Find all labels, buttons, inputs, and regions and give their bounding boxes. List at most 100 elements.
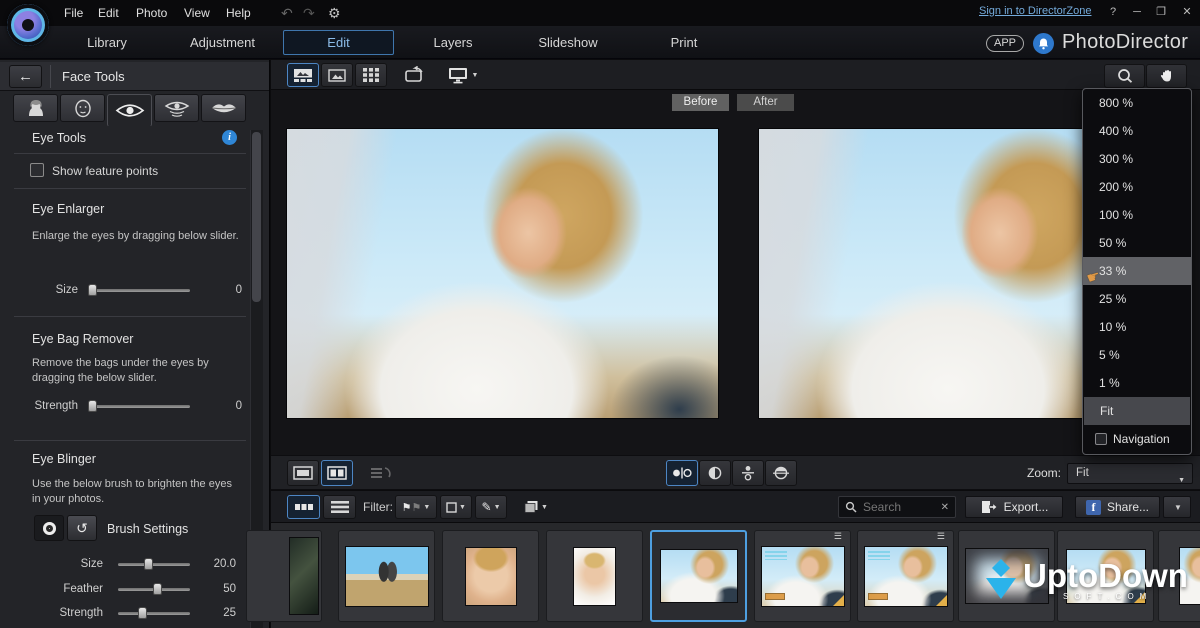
size-slider[interactable]	[90, 289, 190, 292]
compare-split-top-bottom-button[interactable]	[765, 460, 797, 486]
zoom-option-200[interactable]: 200 %	[1083, 173, 1191, 201]
brush-strength-knob[interactable]	[138, 607, 147, 619]
help-button[interactable]: ?	[1102, 0, 1124, 24]
tool-tab-eye-bag-icon[interactable]	[154, 94, 199, 122]
brush-size-slider[interactable]	[118, 563, 190, 566]
thumbnail-photo-portrait[interactable]	[465, 547, 517, 606]
thumbnail-slot[interactable]: ☰	[857, 530, 954, 622]
thumbnail-photo[interactable]	[289, 537, 319, 615]
sync-view-button[interactable]	[364, 460, 396, 486]
zoom-option-1[interactable]: 1 %	[1083, 369, 1191, 397]
thumbnail-photo-edited[interactable]	[864, 546, 948, 607]
minimize-button[interactable]: ─	[1126, 0, 1148, 24]
strength-slider-knob[interactable]	[88, 400, 97, 412]
compare-side-by-side-button[interactable]	[666, 460, 698, 486]
menu-edit[interactable]: Edit	[94, 0, 123, 26]
zoom-level-dropdown[interactable]: Fit ▼	[1067, 463, 1193, 484]
thumbnail-slot[interactable]	[442, 530, 539, 622]
thumbnail-slot[interactable]	[338, 530, 435, 622]
brush-strength-slider[interactable]	[118, 612, 190, 615]
tab-layers[interactable]: Layers	[428, 26, 478, 59]
pan-tool-button[interactable]	[1146, 64, 1187, 88]
share-options-dropdown[interactable]: ▼	[1163, 496, 1191, 518]
view-mode-viewer-filmstrip-button[interactable]	[287, 63, 319, 87]
zoom-option-300[interactable]: 300 %	[1083, 145, 1191, 173]
maximize-button[interactable]: ❐	[1150, 0, 1172, 24]
brush-button[interactable]	[34, 515, 64, 541]
after-tab[interactable]: After	[737, 94, 794, 111]
adjusted-filter-dropdown[interactable]: ✎ ▼	[475, 495, 507, 519]
list-view-button[interactable]	[323, 495, 356, 519]
show-feature-points-checkbox[interactable]	[30, 163, 44, 177]
display-monitor-button[interactable]: ▼	[443, 63, 483, 87]
signin-link[interactable]: Sign in to DirectorZone	[979, 5, 1092, 17]
notification-bell-icon[interactable]	[1033, 33, 1054, 54]
zoom-option-25[interactable]: 25 %	[1083, 285, 1191, 313]
tool-tab-face-shape-icon[interactable]	[60, 94, 105, 122]
thumbnail-slot-selected[interactable]	[650, 530, 747, 622]
menu-view[interactable]: View	[180, 0, 214, 26]
menu-file[interactable]: File	[60, 0, 87, 26]
menu-photo[interactable]: Photo	[132, 0, 171, 26]
brush-feather-knob[interactable]	[153, 583, 162, 595]
dual-pane-button[interactable]	[321, 460, 353, 486]
zoom-option-10[interactable]: 10 %	[1083, 313, 1191, 341]
tab-slideshow[interactable]: Slideshow	[537, 26, 599, 59]
tab-print[interactable]: Print	[666, 26, 702, 59]
zoom-option-fit[interactable]: Fit	[1084, 397, 1190, 425]
tool-tab-hair-icon[interactable]	[13, 94, 58, 122]
view-mode-single-button[interactable]	[321, 63, 353, 87]
single-pane-button[interactable]	[287, 460, 319, 486]
thumbnail-photo-edited[interactable]	[761, 546, 845, 607]
filmstrip-view-button[interactable]	[287, 495, 320, 519]
close-button[interactable]: ✕	[1176, 0, 1198, 24]
share-button[interactable]: f Share...	[1075, 496, 1160, 518]
strength-slider[interactable]	[90, 405, 190, 408]
size-slider-knob[interactable]	[88, 284, 97, 296]
compare-top-bottom-button[interactable]	[732, 460, 764, 486]
search-clear-icon[interactable]: ✕	[941, 502, 949, 513]
search-box[interactable]: ✕	[838, 496, 956, 518]
zoom-option-50[interactable]: 50 %	[1083, 229, 1191, 257]
app-badge[interactable]: APP	[986, 35, 1024, 52]
zoom-option-100[interactable]: 100 %	[1083, 201, 1191, 229]
view-mode-grid-button[interactable]	[355, 63, 387, 87]
zoom-tool-button[interactable]	[1104, 64, 1145, 88]
menu-help[interactable]: Help	[222, 0, 255, 26]
thumbnail-photo-selected[interactable]	[660, 549, 738, 603]
thumbnail-photo-laughing[interactable]	[573, 547, 616, 606]
eraser-brush-button[interactable]: ↺	[67, 515, 97, 541]
undo-icon[interactable]: ↶	[281, 0, 293, 26]
search-input[interactable]	[861, 499, 941, 515]
thumbnail-slot[interactable]	[546, 530, 643, 622]
label-filter-dropdown[interactable]: ▼	[440, 495, 472, 519]
zoom-option-5[interactable]: 5 %	[1083, 341, 1191, 369]
before-photo[interactable]	[286, 128, 719, 419]
navigation-checkbox[interactable]	[1095, 433, 1107, 445]
stack-options-dropdown[interactable]: ▼	[517, 495, 555, 519]
tab-adjustment[interactable]: Adjustment	[185, 26, 260, 59]
tab-library[interactable]: Library	[77, 26, 137, 59]
back-button[interactable]: ←	[9, 65, 42, 88]
zoom-option-33[interactable]: 33 % ☛	[1083, 257, 1191, 285]
info-icon[interactable]: i	[222, 130, 237, 145]
tab-edit[interactable]: Edit	[283, 30, 394, 55]
zoom-option-400[interactable]: 400 %	[1083, 117, 1191, 145]
redo-icon[interactable]: ↷	[303, 0, 315, 26]
rotate-canvas-button[interactable]	[398, 63, 430, 87]
tool-tab-eye-icon[interactable]	[107, 94, 152, 127]
compare-split-left-right-button[interactable]	[699, 460, 731, 486]
settings-gear-icon[interactable]: ⚙	[328, 0, 341, 26]
panel-scrollbar-thumb[interactable]	[252, 132, 261, 302]
zoom-navigation-option[interactable]: Navigation	[1083, 425, 1191, 455]
zoom-option-800[interactable]: 800 %	[1083, 89, 1191, 117]
tool-tab-mouth-icon[interactable]	[201, 94, 246, 122]
export-button[interactable]: Export...	[965, 496, 1063, 518]
thumbnail-photo-beach[interactable]	[345, 546, 429, 607]
thumbnail-slot[interactable]	[246, 530, 322, 622]
brush-feather-slider[interactable]	[118, 588, 190, 591]
before-tab[interactable]: Before	[672, 94, 729, 111]
brush-size-knob[interactable]	[144, 558, 153, 570]
flag-filter-dropdown[interactable]: ⚑ ⚑ ▼	[395, 495, 437, 519]
thumbnail-slot[interactable]: ☰	[754, 530, 851, 622]
